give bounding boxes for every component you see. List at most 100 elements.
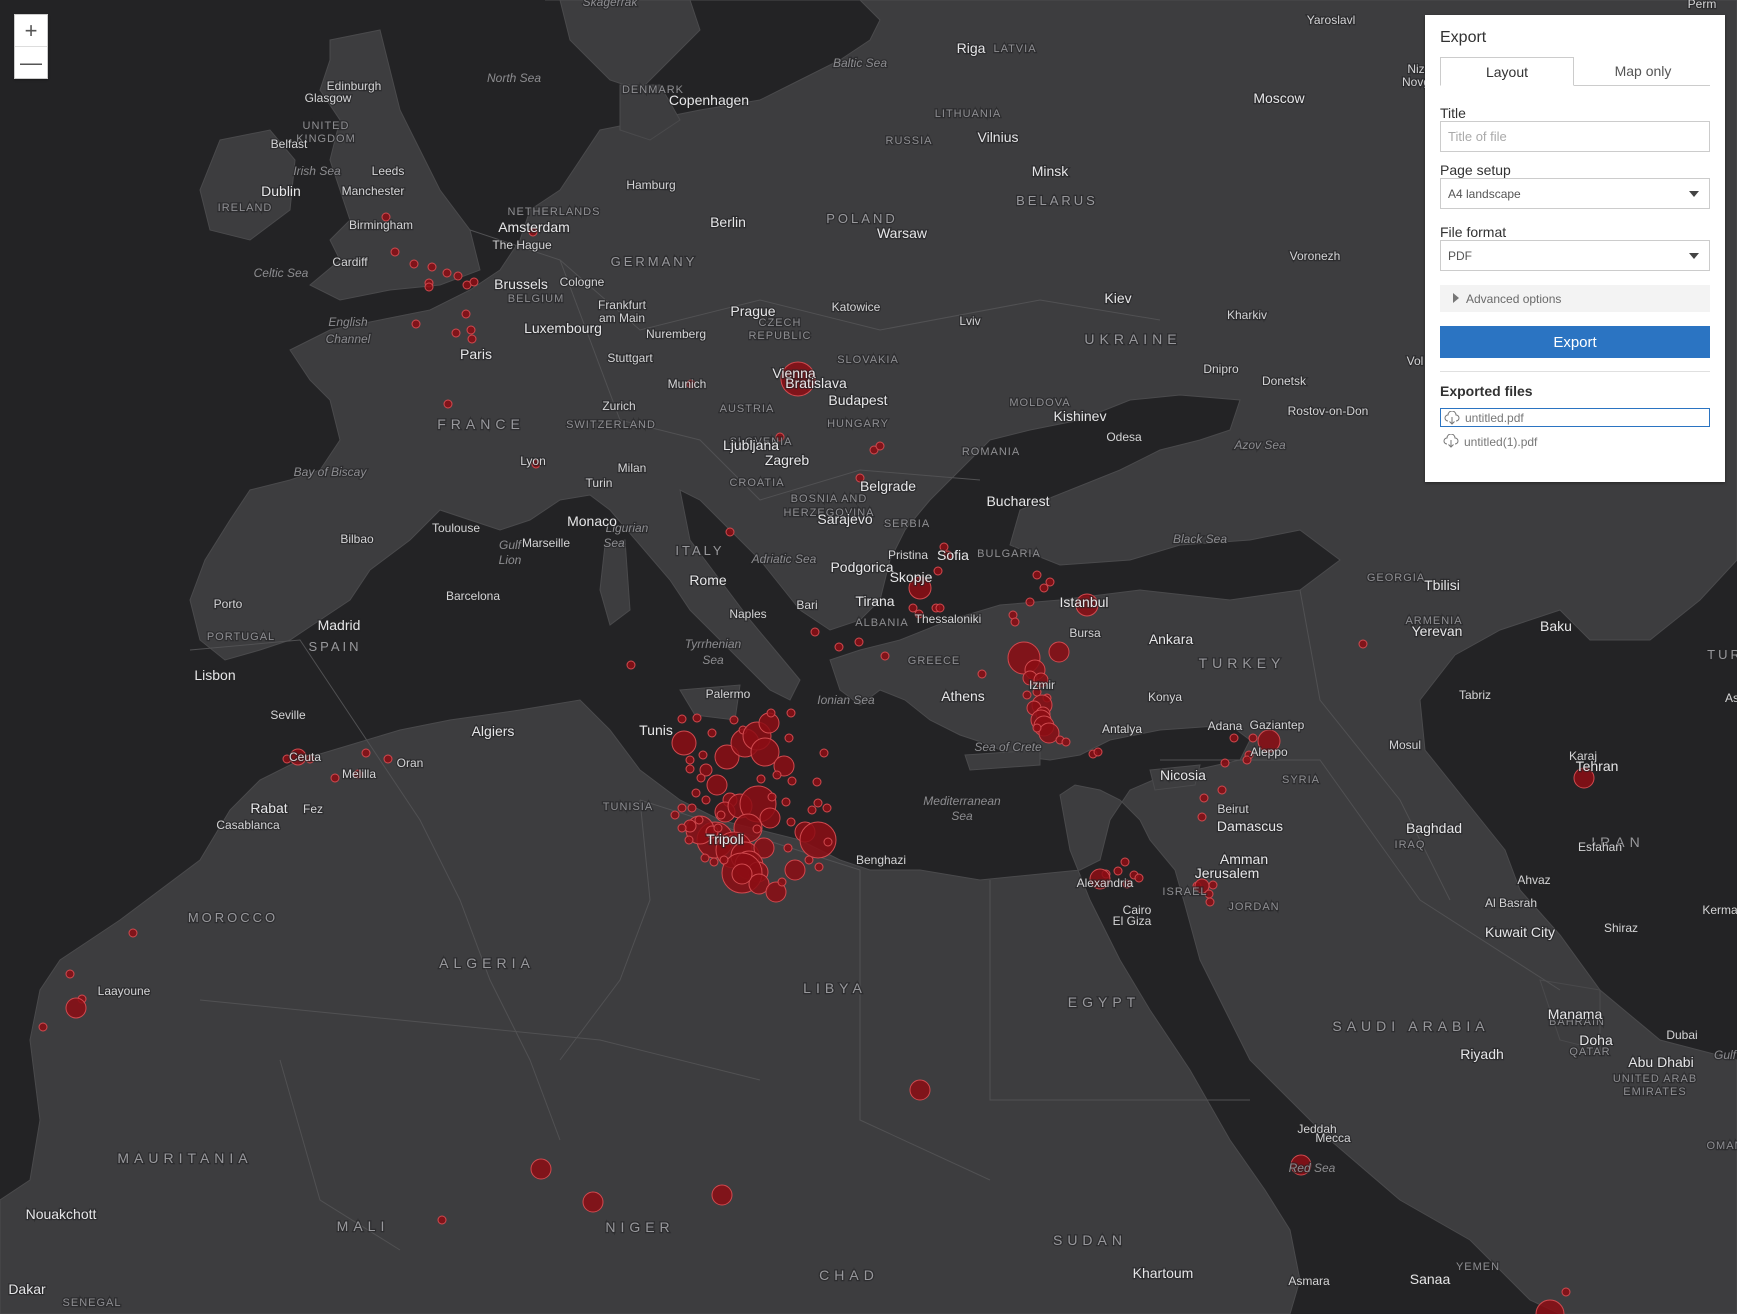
incident-point[interactable] [772, 770, 782, 780]
exported-file-item[interactable]: untitled.pdf [1440, 408, 1710, 427]
incident-point[interactable] [908, 603, 918, 613]
incident-point[interactable] [786, 817, 796, 827]
incident-point[interactable] [670, 810, 680, 820]
incident-point[interactable] [854, 637, 864, 647]
incident-point[interactable] [1048, 641, 1070, 663]
incident-point[interactable] [1045, 577, 1055, 587]
incident-point[interactable] [692, 713, 702, 723]
tab-map-only[interactable]: Map only [1576, 57, 1710, 85]
incident-point[interactable] [819, 748, 829, 758]
incident-point[interactable] [330, 773, 340, 783]
exported-file-item[interactable]: untitled(1).pdf [1440, 432, 1710, 451]
incident-point[interactable] [677, 803, 687, 813]
incident-point[interactable] [810, 627, 820, 637]
incident-point[interactable] [390, 247, 400, 257]
incident-point[interactable] [756, 774, 766, 784]
incident-point[interactable] [716, 810, 726, 820]
incident-point[interactable] [684, 835, 694, 845]
incident-point[interactable] [409, 259, 419, 269]
incident-point[interactable] [1197, 812, 1207, 822]
incident-point[interactable] [677, 823, 687, 833]
incident-point[interactable] [707, 728, 717, 738]
incident-point[interactable] [935, 603, 945, 613]
incident-point[interactable] [909, 1079, 931, 1101]
incident-point[interactable] [38, 1022, 48, 1032]
incident-point[interactable] [685, 764, 695, 774]
incident-point[interactable] [777, 877, 787, 887]
incident-point[interactable] [807, 805, 817, 815]
incident-point[interactable] [1205, 897, 1215, 907]
incident-point[interactable] [711, 1184, 733, 1206]
incident-point[interactable] [1039, 583, 1049, 593]
incident-point[interactable] [65, 997, 87, 1019]
incident-point[interactable] [466, 325, 476, 335]
incident-point[interactable] [453, 271, 463, 281]
incident-point[interactable] [834, 642, 844, 652]
incident-point[interactable] [694, 815, 704, 825]
title-input[interactable]: Title of file [1440, 121, 1710, 152]
incident-point[interactable] [759, 807, 781, 829]
incident-point[interactable] [752, 824, 762, 834]
incident-point[interactable] [677, 714, 687, 724]
incident-point[interactable] [685, 755, 695, 765]
incident-point[interactable] [530, 1158, 552, 1180]
incident-point[interactable] [698, 750, 708, 760]
incident-point[interactable] [461, 309, 471, 319]
incident-point[interactable] [1010, 617, 1020, 627]
incident-point[interactable] [823, 837, 833, 847]
incident-point[interactable] [443, 399, 453, 409]
incident-point[interactable] [706, 774, 728, 796]
incident-point[interactable] [1032, 723, 1042, 733]
incident-point[interactable] [813, 798, 823, 808]
incident-point[interactable] [1113, 866, 1123, 876]
incident-point[interactable] [804, 855, 814, 865]
incident-point[interactable] [875, 441, 885, 451]
incident-point[interactable] [451, 328, 461, 338]
incident-point[interactable] [691, 788, 701, 798]
incident-point[interactable] [700, 853, 710, 863]
incident-point[interactable] [880, 651, 890, 661]
incident-point[interactable] [687, 803, 697, 813]
zoom-out-button[interactable]: — [15, 46, 47, 78]
incident-point[interactable] [383, 754, 393, 764]
incident-point[interactable] [442, 268, 452, 278]
incident-point[interactable] [725, 527, 735, 537]
incident-point[interactable] [582, 1191, 604, 1213]
zoom-in-button[interactable]: + [15, 15, 47, 46]
tab-layout[interactable]: Layout [1440, 57, 1574, 86]
advanced-options-toggle[interactable]: Advanced options [1440, 285, 1710, 312]
incident-point[interactable] [767, 792, 777, 802]
page-setup-select[interactable]: A4 landscape [1440, 178, 1710, 209]
incident-point[interactable] [427, 262, 437, 272]
export-button[interactable]: Export [1440, 326, 1710, 358]
incident-point[interactable] [467, 334, 477, 344]
incident-point[interactable] [437, 1215, 447, 1225]
incident-point[interactable] [783, 843, 793, 853]
incident-point[interactable] [933, 566, 943, 576]
incident-point[interactable] [1248, 733, 1258, 743]
file-format-select[interactable]: PDF [1440, 240, 1710, 271]
incident-point[interactable] [731, 863, 753, 885]
incident-point[interactable] [1120, 857, 1130, 867]
incident-point[interactable] [696, 773, 706, 783]
incident-point[interactable] [1025, 597, 1035, 607]
incident-point[interactable] [411, 319, 421, 329]
incident-point[interactable] [784, 859, 806, 881]
incident-point[interactable] [766, 708, 776, 718]
incident-point[interactable] [1208, 880, 1218, 890]
incident-point[interactable] [128, 928, 138, 938]
incident-point[interactable] [977, 669, 987, 679]
incident-point[interactable] [424, 282, 434, 292]
incident-point[interactable] [701, 795, 711, 805]
incident-point[interactable] [1199, 793, 1209, 803]
incident-point[interactable] [786, 708, 796, 718]
incident-point[interactable] [812, 777, 822, 787]
incident-point[interactable] [814, 862, 824, 872]
incident-point[interactable] [822, 803, 832, 813]
incident-point[interactable] [1134, 873, 1144, 883]
incident-point[interactable] [784, 733, 794, 743]
incident-point[interactable] [1220, 758, 1230, 768]
incident-point[interactable] [1217, 785, 1227, 795]
incident-point[interactable] [1229, 733, 1239, 743]
incident-point[interactable] [1032, 570, 1042, 580]
